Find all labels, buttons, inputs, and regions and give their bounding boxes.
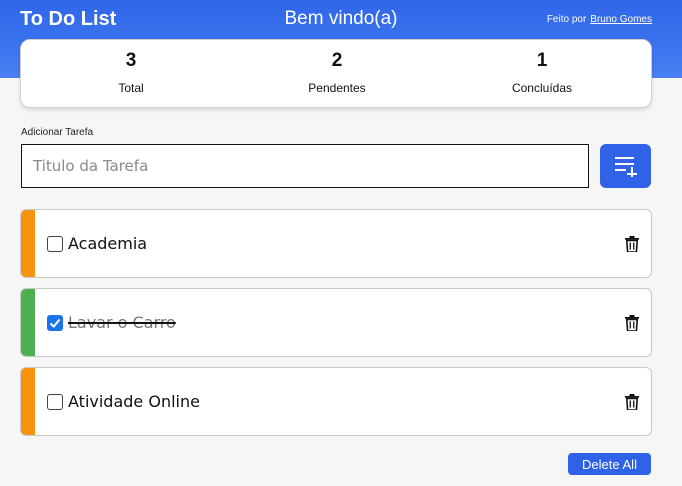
stat-total-value: 3 (125, 50, 137, 71)
stat-pending: 2 Pendentes (237, 40, 437, 95)
task-checkbox[interactable] (47, 315, 63, 331)
task-checkbox[interactable] (47, 394, 63, 410)
playlist-add-icon (615, 157, 637, 177)
task-status-stripe (21, 368, 35, 435)
task-status-stripe (21, 289, 35, 356)
delete-all-button[interactable]: Delete All (568, 453, 651, 475)
task-item: Lavar o Carro (20, 288, 652, 357)
credit-prefix: Feito por (546, 14, 587, 25)
task-title: Lavar o Carro (68, 313, 176, 332)
task-checkbox[interactable] (47, 236, 63, 252)
task-title: Academia (68, 234, 148, 253)
task-status-stripe (21, 210, 35, 277)
stats-card: 3 Total 2 Pendentes 1 Concluídas (20, 39, 652, 108)
task-item: Atividade Online (20, 367, 652, 436)
stat-done-value: 1 (536, 50, 548, 71)
stat-done-label: Concluídas (511, 81, 573, 95)
stat-pending-value: 2 (331, 50, 343, 71)
stat-pending-label: Pendentes (308, 81, 366, 95)
task-item: Academia (20, 209, 652, 278)
stat-done: 1 Concluídas (442, 40, 642, 95)
task-title-input[interactable] (21, 144, 589, 188)
task-title: Atividade Online (68, 392, 200, 411)
stat-total: 3 Total (31, 40, 231, 95)
trash-icon[interactable] (625, 315, 639, 331)
author-link[interactable]: Bruno Gomes (590, 14, 652, 25)
trash-icon[interactable] (625, 236, 639, 252)
add-task-label: Adicionar Tarefa (21, 127, 94, 138)
add-task-button[interactable] (600, 144, 651, 188)
checkmark-icon (49, 318, 61, 328)
credit-line: Feito por Bruno Gomes (547, 14, 652, 25)
trash-icon[interactable] (625, 394, 639, 410)
stat-total-label: Total (118, 81, 144, 95)
